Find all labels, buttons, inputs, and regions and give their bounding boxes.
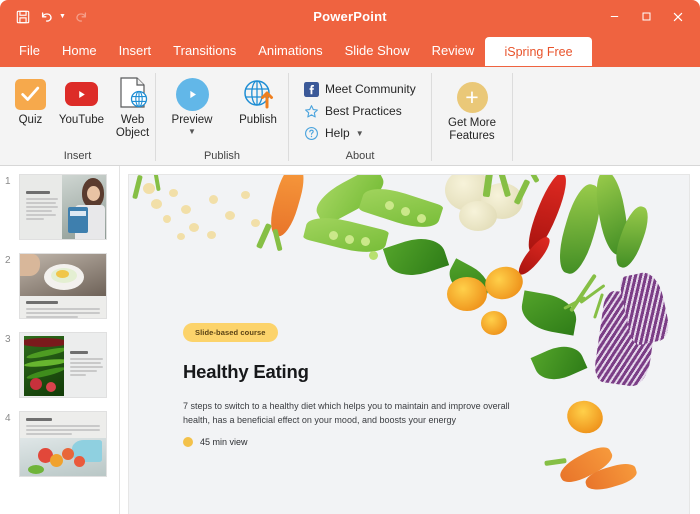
clock-dot-icon	[183, 437, 193, 447]
thumbnail-number: 1	[5, 176, 11, 187]
quick-access-toolbar: ▼	[0, 8, 90, 25]
meet-community-link[interactable]: Meet Community	[297, 78, 416, 100]
publish-button[interactable]: Publish	[232, 74, 284, 127]
tab-file[interactable]: File	[14, 44, 51, 66]
help-link[interactable]: Help ▼	[297, 122, 416, 144]
best-practices-link[interactable]: Best Practices	[297, 100, 416, 122]
web-object-button-label-line2: Object	[115, 127, 150, 139]
save-icon[interactable]	[14, 8, 31, 25]
question-circle-icon	[303, 125, 319, 141]
redo-icon	[73, 8, 90, 25]
minimize-button[interactable]	[598, 3, 630, 31]
get-more-features-button[interactable]: + Get More Features	[437, 77, 507, 143]
ribbon-group-about-label: About	[345, 150, 375, 162]
ribbon-group-publish-label: Publish	[203, 150, 241, 162]
preview-button-label: Preview	[171, 114, 213, 126]
web-object-button[interactable]: Web Object	[110, 74, 155, 140]
thumbnail-item[interactable]: 4	[0, 411, 119, 477]
quiz-button[interactable]: Quiz	[8, 74, 53, 127]
ribbon-group-insert: Quiz YouTube Web Object Insert	[0, 67, 155, 165]
undo-dropdown-caret[interactable]: ▼	[59, 13, 66, 20]
plus-circle-icon: +	[456, 77, 488, 117]
ribbon-group-get-more: + Get More Features	[432, 67, 512, 165]
tab-home[interactable]: Home	[51, 44, 108, 66]
workspace: 1 2 3 4 Slide-based course Healthy Eatin…	[0, 166, 700, 514]
ribbon-group-about: Meet Community Best Practices Help ▼ Abo…	[289, 67, 431, 165]
tab-insert[interactable]: Insert	[108, 44, 163, 66]
slide-duration: 45 min view	[183, 437, 248, 447]
slide-title: Healthy Eating	[183, 361, 309, 382]
ribbon-tabs: File Home Insert Transitions Animations …	[0, 33, 700, 66]
quiz-button-label: Quiz	[18, 114, 43, 126]
facebook-icon	[303, 81, 319, 97]
tab-slide-show[interactable]: Slide Show	[334, 44, 421, 66]
thumbnail-item[interactable]: 2	[0, 253, 119, 319]
slide-artwork	[129, 175, 689, 514]
meet-community-label: Meet Community	[325, 82, 416, 96]
help-label: Help	[325, 126, 350, 140]
ribbon-group-publish: Preview ▼ Publish Publish	[156, 67, 288, 165]
thumbnail-preview[interactable]	[19, 253, 107, 319]
publish-globe-upload-icon	[241, 74, 275, 114]
thumbnail-item[interactable]: 1	[0, 174, 119, 240]
group-separator	[512, 73, 513, 161]
preview-dropdown-caret[interactable]: ▼	[188, 128, 196, 136]
powerpoint-window: ▼ PowerPoint File Home Insert Transition…	[0, 0, 700, 514]
close-button[interactable]	[662, 3, 694, 31]
thumbnail-preview[interactable]	[19, 174, 107, 240]
maximize-button[interactable]	[630, 3, 662, 31]
ribbon-group-insert-label: Insert	[63, 150, 92, 162]
thumbnail-number: 4	[5, 413, 11, 424]
ribbon: Quiz YouTube Web Object Insert Preview ▼…	[0, 66, 700, 166]
get-more-features-label-line1: Get More	[448, 117, 496, 129]
youtube-play-icon	[64, 74, 98, 114]
title-bar: ▼ PowerPoint	[0, 0, 700, 33]
tab-review[interactable]: Review	[421, 44, 486, 66]
preview-play-icon	[175, 74, 209, 114]
best-practices-label: Best Practices	[325, 104, 402, 118]
slide-duration-label: 45 min view	[200, 437, 248, 447]
youtube-button[interactable]: YouTube	[59, 74, 104, 127]
web-object-button-label-line1: Web	[120, 114, 145, 126]
help-dropdown-caret[interactable]: ▼	[356, 129, 364, 138]
thumbnail-preview[interactable]	[19, 332, 107, 398]
slide-thumbnail-panel[interactable]: 1 2 3 4	[0, 166, 120, 514]
publish-button-label: Publish	[239, 114, 277, 126]
slide-badge: Slide-based course	[183, 323, 278, 342]
ribbon-group-get-more-label	[432, 147, 512, 165]
preview-button[interactable]: Preview ▼	[166, 74, 218, 136]
get-more-features-label-line2: Features	[449, 130, 495, 142]
slide-stage: Slide-based course Healthy Eating 7 step…	[120, 166, 700, 514]
tab-transitions[interactable]: Transitions	[162, 44, 247, 66]
web-object-globe-icon	[118, 74, 148, 114]
window-controls	[598, 3, 700, 31]
thumbnail-number: 2	[5, 255, 11, 266]
thumbnail-number: 3	[5, 334, 11, 345]
star-icon	[303, 103, 319, 119]
tab-animations[interactable]: Animations	[247, 44, 333, 66]
current-slide[interactable]: Slide-based course Healthy Eating 7 step…	[128, 174, 690, 514]
thumbnail-preview[interactable]	[19, 411, 107, 477]
undo-icon[interactable]	[38, 8, 55, 25]
quiz-checkmark-icon	[14, 74, 46, 114]
tab-ispring-free[interactable]: iSpring Free	[485, 37, 592, 66]
slide-subtitle: 7 steps to switch to a healthy diet whic…	[183, 401, 510, 425]
app-title: PowerPoint	[313, 9, 387, 24]
youtube-button-label: YouTube	[58, 114, 105, 126]
thumbnail-item[interactable]: 3	[0, 332, 119, 398]
